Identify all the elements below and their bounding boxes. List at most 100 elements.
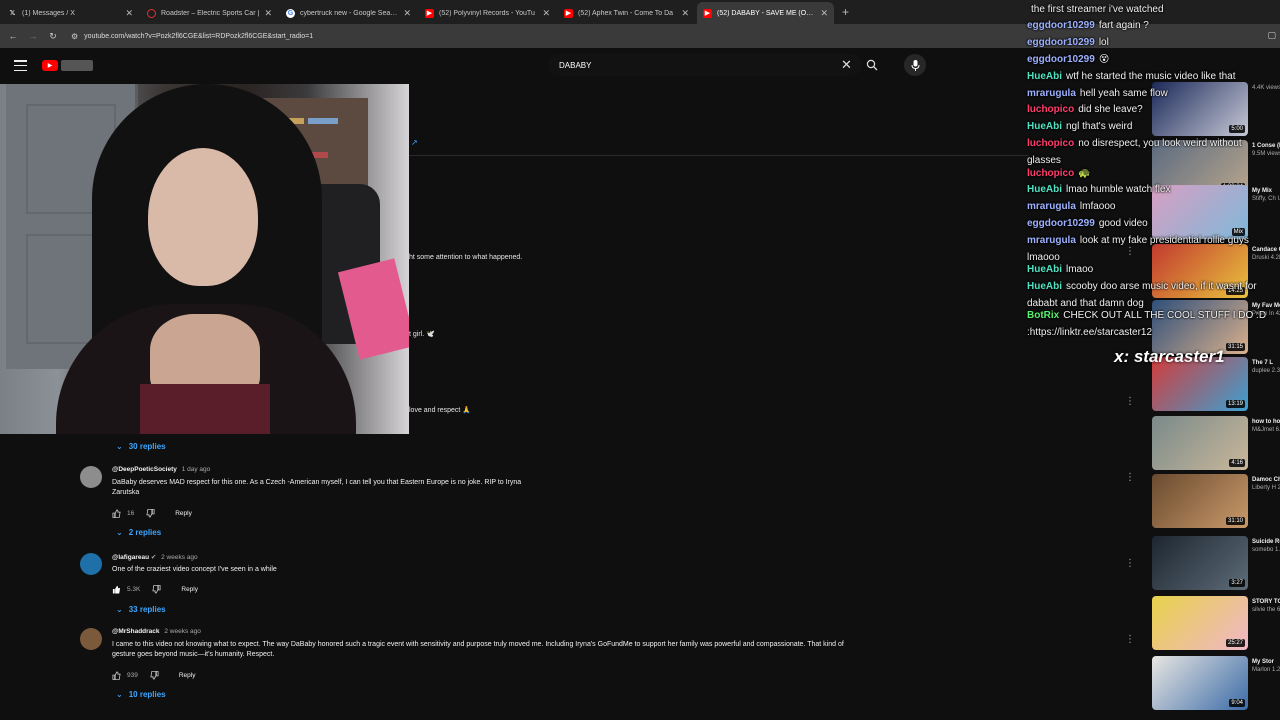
chat-username[interactable]: eggdoor10299: [1027, 37, 1095, 48]
tab-dababy[interactable]: ▶ (52) DABABY - SAVE ME (OFFIC ✕: [697, 2, 834, 24]
close-icon[interactable]: ✕: [264, 8, 272, 19]
chat-text: lmaoo: [1066, 264, 1094, 275]
chat-username[interactable]: HueAbi: [1027, 71, 1062, 82]
chat-username[interactable]: mrarugula: [1027, 88, 1076, 99]
chat-username[interactable]: luchopico: [1027, 138, 1074, 149]
comment-author[interactable]: @lafigareau: [112, 554, 149, 561]
video-thumbnail[interactable]: 25:27: [1152, 596, 1248, 650]
like-icon[interactable]: [112, 671, 121, 680]
avatar[interactable]: [80, 466, 102, 488]
clear-search-icon[interactable]: ✕: [841, 57, 852, 73]
chat-username[interactable]: eggdoor10299: [1027, 20, 1095, 31]
comment-fragment: love and respect 🙏: [409, 407, 472, 414]
more-actions-icon[interactable]: ⋮: [1125, 472, 1135, 483]
video-info: Suicide Runnin'somebo 1.5M views: [1252, 538, 1280, 554]
recommended-video[interactable]: 3:27 Suicide Runnin'somebo 1.5M views: [1152, 536, 1280, 590]
close-icon[interactable]: ✕: [125, 8, 133, 19]
video-title[interactable]: Suicide Runnin': [1252, 538, 1280, 546]
close-icon[interactable]: ✕: [542, 8, 550, 19]
recommended-video[interactable]: 4:16 how to home fiM&Jmet 6.1M views: [1152, 416, 1280, 470]
more-actions-icon[interactable]: ⋮: [1125, 634, 1135, 645]
search-input[interactable]: DABABY: [548, 54, 862, 76]
youtube-logo[interactable]: ▶: [42, 58, 96, 72]
video-thumbnail[interactable]: 4:16: [1152, 416, 1248, 470]
chat-username[interactable]: eggdoor10299: [1027, 54, 1095, 65]
more-actions-icon[interactable]: ⋮: [1125, 558, 1135, 569]
tab-title: (1) Messages / X: [22, 9, 75, 17]
comment-time[interactable]: 2 weeks ago: [161, 554, 198, 561]
chat-username[interactable]: eggdoor10299: [1027, 218, 1095, 229]
video-thumbnail[interactable]: 3:27: [1152, 536, 1248, 590]
dislike-icon[interactable]: [152, 585, 161, 594]
replies-toggle[interactable]: ⌄ 2 replies: [116, 528, 161, 537]
avatar[interactable]: [80, 553, 102, 575]
comment-item: @DeepPoeticSociety 1 day ago DaBaby dese…: [80, 466, 840, 552]
chat-message: eggdoor10299 😵: [1027, 52, 1267, 69]
replies-toggle[interactable]: ⌄ 30 replies: [116, 442, 166, 451]
forward-icon[interactable]: →: [23, 31, 43, 41]
recommended-video[interactable]: 25:27 STORY TOKYOsilvie the 64K views New: [1152, 596, 1280, 650]
chat-text: wtf he started the music video like that: [1066, 71, 1236, 82]
comment-time[interactable]: 1 day ago: [182, 466, 211, 473]
video-duration: 9:04: [1229, 699, 1245, 707]
close-icon[interactable]: ✕: [820, 8, 828, 19]
webcam-overlay: [0, 84, 409, 434]
tab-tesla-roadster[interactable]: Roadster – Electric Sports Car | ✕: [141, 2, 278, 24]
like-icon-filled[interactable]: [112, 585, 121, 594]
hamburger-menu-icon[interactable]: [14, 60, 27, 71]
comment-author[interactable]: @MrShaddrack: [112, 628, 160, 635]
video-title[interactable]: Damoc Charlie: [1252, 476, 1280, 484]
chat-message: eggdoor10299 fart again ?: [1027, 18, 1267, 35]
replies-toggle[interactable]: ⌄ 10 replies: [116, 690, 166, 699]
tab-polyvinyl[interactable]: ▶ (52) Polyvinyl Records - YouTu ✕: [419, 2, 556, 24]
tab-messages-x[interactable]: 𝕏 (1) Messages / X ✕: [2, 2, 139, 24]
comment-time[interactable]: 2 weeks ago: [164, 628, 201, 635]
chat-username[interactable]: BotRix: [1027, 310, 1059, 321]
video-title[interactable]: My Stor: [1252, 658, 1280, 666]
external-link-icon[interactable]: ↗: [411, 138, 418, 147]
chat-username[interactable]: mrarugula: [1027, 235, 1076, 246]
search-icon[interactable]: [866, 59, 878, 71]
like-icon[interactable]: [112, 509, 121, 518]
tab-aphex-twin[interactable]: ▶ (52) Aphex Twin - Come To Da ✕: [558, 2, 695, 24]
replies-count: 33 replies: [128, 605, 166, 614]
video-title[interactable]: The 7 L: [1252, 359, 1280, 367]
more-actions-icon[interactable]: ⋮: [1125, 396, 1135, 407]
close-icon[interactable]: ✕: [403, 8, 411, 19]
reply-button[interactable]: Reply: [175, 510, 192, 517]
chat-message: luchopico 🐢: [1027, 166, 1267, 183]
chat-username[interactable]: luchopico: [1027, 104, 1074, 115]
url-field[interactable]: ⚙ youtube.com/watch?v=Pozk2fl6CGE&list=R…: [71, 27, 1051, 45]
comment-author[interactable]: @DeepPoeticSociety: [112, 466, 177, 473]
dislike-icon[interactable]: [150, 671, 159, 680]
close-icon[interactable]: ✕: [681, 8, 689, 19]
video-meta: M&Jmet 6.1M views: [1252, 427, 1280, 433]
video-thumbnail[interactable]: 31:10: [1152, 474, 1248, 528]
new-tab-button[interactable]: +: [842, 5, 849, 24]
chat-username[interactable]: HueAbi: [1027, 121, 1062, 132]
chat-username[interactable]: HueAbi: [1027, 264, 1062, 275]
site-info-icon[interactable]: ⚙: [71, 32, 78, 41]
recommended-video[interactable]: 31:10 Damoc CharlieLiberty H 249K views: [1152, 474, 1280, 528]
comment-fragment: t girl. 🕊️: [409, 331, 435, 338]
video-title[interactable]: how to home fi: [1252, 418, 1280, 426]
reload-icon[interactable]: ↻: [43, 31, 63, 42]
tab-google-search[interactable]: G cybertruck new - Google Search ✕: [280, 2, 417, 24]
like-count: 5.3K: [127, 586, 141, 593]
back-icon[interactable]: ←: [3, 31, 23, 41]
replies-toggle[interactable]: ⌄ 33 replies: [116, 605, 166, 614]
avatar[interactable]: [80, 628, 102, 650]
video-info: Damoc CharlieLiberty H 249K views: [1252, 476, 1280, 492]
chat-username[interactable]: luchopico: [1027, 168, 1074, 179]
voice-search-button[interactable]: [904, 54, 926, 76]
reply-button[interactable]: Reply: [179, 672, 196, 679]
chat-username[interactable]: HueAbi: [1027, 184, 1062, 195]
chat-username[interactable]: mrarugula: [1027, 201, 1076, 212]
dislike-icon[interactable]: [146, 509, 155, 518]
video-title[interactable]: STORY TOKYO: [1252, 598, 1280, 606]
chat-username[interactable]: HueAbi: [1027, 281, 1062, 292]
comment-actions: 5.3K Reply: [112, 585, 198, 594]
recommended-video[interactable]: 9:04 My StorMarlon 1.2M views New: [1152, 656, 1280, 710]
reply-button[interactable]: Reply: [181, 586, 198, 593]
video-thumbnail[interactable]: 9:04: [1152, 656, 1248, 710]
